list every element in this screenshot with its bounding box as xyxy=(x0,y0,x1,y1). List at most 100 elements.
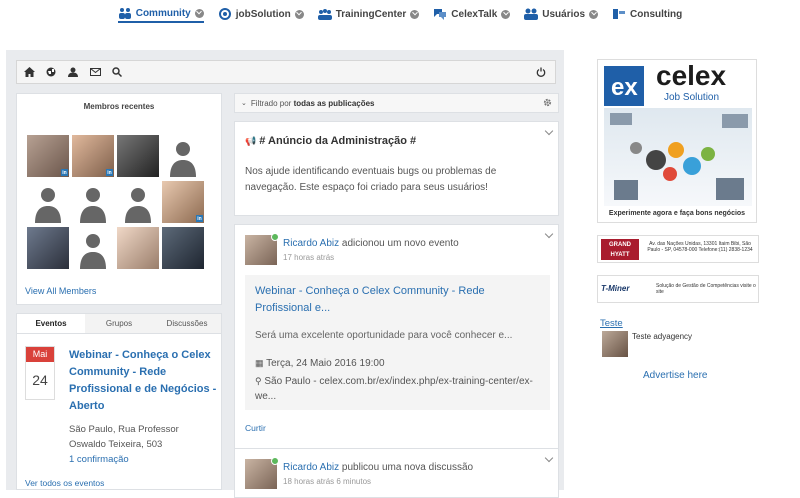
mail-icon[interactable] xyxy=(89,66,101,78)
main-panel: Membros recentes in in in View All Membe… xyxy=(6,50,564,498)
nav-label: Consulting xyxy=(630,8,683,20)
members-grid: in in in xyxy=(27,135,204,269)
nav-label: TrainingCenter xyxy=(335,8,407,20)
tab-discussoes[interactable]: Discussões xyxy=(153,314,221,333)
nav-consulting[interactable]: Consulting xyxy=(612,5,682,23)
post-time: 18 horas atrás 6 minutos xyxy=(283,477,372,486)
see-all-events-link[interactable]: Ver todos os eventos xyxy=(25,478,104,488)
nav-label: Usuários xyxy=(542,8,586,20)
nav-label: jobSolution xyxy=(235,8,291,20)
avatar[interactable] xyxy=(117,181,159,223)
location-pin-icon: ⚲ xyxy=(255,376,262,386)
community-icon xyxy=(118,8,131,19)
celex-ad-caption: Experimente agora e faça bons negócios xyxy=(608,210,746,217)
teste-ad-text: Teste adyagency xyxy=(632,332,693,341)
chevron-down-icon xyxy=(194,8,204,18)
avatar[interactable] xyxy=(245,233,279,265)
tminer-ad[interactable]: T-Miner Solução de Gestão de Competência… xyxy=(597,275,759,303)
gears-illustration xyxy=(604,108,752,206)
tminer-logo: T-Miner xyxy=(601,284,630,293)
avatar[interactable] xyxy=(27,227,69,269)
event-calendar-badge: Mai 24 xyxy=(25,346,55,400)
post-time: 17 horas atrás xyxy=(283,253,335,262)
announcement-title: 📢 # Anúncio da Administração # xyxy=(245,135,416,147)
avatar[interactable] xyxy=(117,135,159,177)
nav-label: Community xyxy=(135,7,191,19)
avatar[interactable]: in xyxy=(27,135,69,177)
hyatt-address: Av. das Nações Unidas, 13301 Itaim Bibi,… xyxy=(647,241,753,253)
advertise-here-link[interactable]: Advertise here xyxy=(643,370,707,381)
events-card: Eventos Grupos Discussões Mai 24 Webinar… xyxy=(16,313,222,490)
shared-event-location-text: São Paulo - celex.com.br/ex/index.php/ex… xyxy=(255,376,533,402)
nav-label: CelexTalk xyxy=(451,8,498,20)
linkedin-icon: in xyxy=(196,215,203,222)
event-confirmations-link[interactable]: 1 confirmação xyxy=(69,454,129,465)
nav-usuarios[interactable]: Usuários xyxy=(524,5,599,23)
top-nav: Community jobSolution TrainingCenter Cel… xyxy=(0,0,800,30)
shared-event-box: Webinar - Conheça o Celex Community - Re… xyxy=(245,275,550,410)
like-link[interactable]: Curtir xyxy=(245,423,266,433)
gear-icon[interactable] xyxy=(543,98,552,109)
gears-icon xyxy=(610,113,748,200)
hyatt-logo: GRAND HYATT xyxy=(601,239,639,260)
default-avatar-icon xyxy=(27,181,69,223)
activity-post: Ricardo Abiz publicou uma nova discussão… xyxy=(234,448,559,498)
globe-icon[interactable] xyxy=(45,66,57,78)
author-link[interactable]: Ricardo Abiz xyxy=(283,462,339,473)
chevron-down-icon xyxy=(410,9,420,19)
linkedin-icon: in xyxy=(61,169,68,176)
training-icon xyxy=(317,9,332,20)
members-title: Membros recentes xyxy=(83,102,155,111)
event-title-link[interactable]: Webinar - Conheça o Celex Community - Re… xyxy=(69,347,217,415)
calendar-icon: ▦ xyxy=(255,358,264,368)
home-icon[interactable] xyxy=(23,66,35,78)
tab-eventos[interactable]: Eventos xyxy=(17,314,85,333)
avatar[interactable]: in xyxy=(72,135,114,177)
power-icon[interactable] xyxy=(535,66,547,78)
event-month: Mai xyxy=(26,347,54,362)
recent-members-card: Membros recentes in in in View All Membe… xyxy=(16,93,222,305)
nav-community[interactable]: Community xyxy=(117,5,204,23)
shared-event-title-link[interactable]: Webinar - Conheça o Celex Community - Re… xyxy=(255,283,535,317)
svg-text:ex: ex xyxy=(611,74,638,101)
post-header: Ricardo Abiz adicionou um novo evento xyxy=(283,238,459,249)
view-all-members-link[interactable]: View All Members xyxy=(25,286,96,296)
chevron-down-icon[interactable] xyxy=(544,229,554,239)
avatar[interactable] xyxy=(245,457,279,489)
post-action: adicionou um novo evento xyxy=(341,238,459,249)
online-status-icon xyxy=(271,457,279,465)
event-day: 24 xyxy=(32,372,48,388)
celex-sub: Job Solution xyxy=(664,92,720,103)
grand-hyatt-ad[interactable]: GRAND HYATT Av. das Nações Unidas, 13301… xyxy=(597,235,759,263)
avatar[interactable] xyxy=(117,227,159,269)
avatar[interactable] xyxy=(162,227,204,269)
nav-trainingcenter[interactable]: TrainingCenter xyxy=(317,5,420,23)
avatar[interactable]: in xyxy=(162,181,204,223)
filter-value: todas as publicações xyxy=(293,98,375,108)
celex-job-solution-ad[interactable]: ex celex Job Solution Experimente agora … xyxy=(597,59,757,223)
avatar[interactable] xyxy=(27,181,69,223)
avatar[interactable] xyxy=(72,181,114,223)
chevron-down-icon[interactable] xyxy=(544,453,554,463)
event-address: São Paulo, Rua Professor Oswaldo Teixeir… xyxy=(69,424,179,450)
shared-event-date-text: Terça, 24 Maio 2016 19:00 xyxy=(266,358,385,369)
shared-event-date: ▦ Terça, 24 Maio 2016 19:00 xyxy=(255,358,385,369)
tab-grupos[interactable]: Grupos xyxy=(85,314,153,333)
post-action: publicou uma nova discussão xyxy=(341,462,474,473)
teste-ad-link[interactable]: Teste xyxy=(600,318,623,329)
avatar[interactable] xyxy=(602,331,628,357)
jobsolution-icon xyxy=(218,8,231,20)
filter-chevron-icon: ⌄ xyxy=(241,100,247,107)
avatar[interactable] xyxy=(162,135,204,177)
author-link[interactable]: Ricardo Abiz xyxy=(283,238,339,249)
default-avatar-icon xyxy=(72,227,114,269)
nav-celextalk[interactable]: CelexTalk xyxy=(433,5,511,23)
profile-icon[interactable] xyxy=(67,66,79,78)
announcement-body: Nos ajude identificando eventuais bugs o… xyxy=(245,166,497,193)
avatar[interactable] xyxy=(72,227,114,269)
chevron-down-icon[interactable] xyxy=(544,126,554,136)
nav-jobsolution[interactable]: jobSolution xyxy=(218,5,304,23)
feed-filter[interactable]: ⌄ Filtrado por todas as publicações xyxy=(234,93,559,113)
search-icon[interactable] xyxy=(111,66,123,78)
megaphone-icon: 📢 xyxy=(245,136,257,146)
